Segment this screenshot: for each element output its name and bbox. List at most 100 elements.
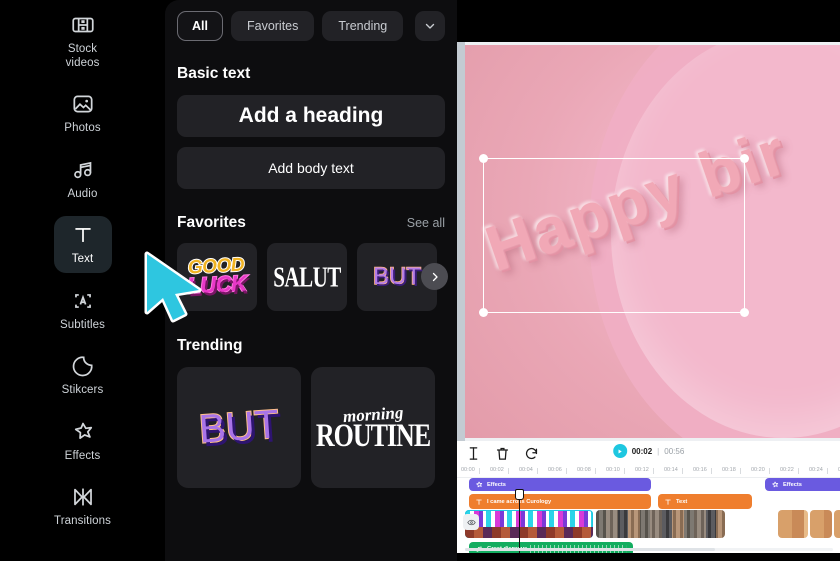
sidebar-item-stickers[interactable]: Stikcers xyxy=(54,347,112,404)
ruler-tick-label: 00:20 xyxy=(751,467,765,473)
video-clip-5[interactable] xyxy=(834,510,840,538)
text-panel: All Favorites Trending Basic text Add a … xyxy=(165,0,457,561)
text-t-icon xyxy=(70,222,96,248)
effects-icon xyxy=(475,481,483,489)
basic-text-title: Basic text xyxy=(177,65,251,82)
filter-chip-favorites[interactable]: Favorites xyxy=(230,11,315,41)
video-clip-2[interactable] xyxy=(596,510,725,538)
clip-effects-2[interactable]: Effects xyxy=(765,478,840,491)
sidebar-item-label: Audio xyxy=(67,187,98,200)
sidebar-item-label: Stikcers xyxy=(61,384,104,396)
visibility-icon[interactable] xyxy=(463,514,479,530)
sidebar-item-audio[interactable]: Audio xyxy=(54,151,112,208)
ruler-tick-label: 00:14 xyxy=(664,467,678,473)
play-icon[interactable] xyxy=(612,444,627,458)
split-icon[interactable] xyxy=(465,445,482,462)
add-heading-button[interactable]: Add a heading xyxy=(177,95,445,137)
trending-title: Trending xyxy=(177,337,243,354)
trending-card-morning-routine[interactable]: morning ROUTINE xyxy=(311,367,435,488)
sticker-icon xyxy=(70,353,96,379)
ruler-tick-mark xyxy=(479,468,480,474)
ruler-tick-mark xyxy=(595,468,596,474)
favorites-card-row: GOOD LUCK SALUT BUT xyxy=(165,243,457,311)
favorites-see-all-link[interactable]: See all xyxy=(407,216,445,230)
card-line-2: ROUTINE xyxy=(315,417,431,454)
image-icon xyxy=(70,91,96,117)
total-time: 00:56 xyxy=(664,446,685,456)
sidebar-item-label: Photos xyxy=(64,122,101,134)
stage-left-strip xyxy=(457,42,465,441)
clip-label: Effects xyxy=(487,481,506,488)
ruler-tick-mark xyxy=(740,468,741,474)
filter-chip-trending[interactable]: Trending xyxy=(322,11,404,41)
music-note-icon xyxy=(70,157,96,183)
preview-stage: Happy bir xyxy=(457,0,840,441)
filter-chip-all[interactable]: All xyxy=(177,11,223,41)
resize-handle-top-left[interactable] xyxy=(479,154,488,163)
text-t-icon xyxy=(664,498,672,506)
clip-text-curology[interactable]: I came across Curology xyxy=(469,494,651,509)
sidebar-item-label: Subtitles xyxy=(59,318,105,331)
resize-handle-bottom-right[interactable] xyxy=(740,308,749,317)
sidebar-item-text[interactable]: Text xyxy=(53,216,112,273)
ruler-tick-mark xyxy=(537,468,538,474)
ruler-tick-label: 00:16 xyxy=(693,467,707,473)
clip-text-generic[interactable]: Text xyxy=(658,494,752,509)
ruler-tick-label: 00:02 xyxy=(490,467,504,473)
undo-icon[interactable] xyxy=(523,445,540,462)
add-heading-label: Add a heading xyxy=(238,104,384,127)
video-clip-4[interactable] xyxy=(810,510,832,538)
clip-label: Effects xyxy=(783,481,802,488)
sidebar-item-label: Text xyxy=(71,253,94,265)
favorites-header: Favorites See all xyxy=(165,214,457,232)
trending-card-but[interactable]: BUT xyxy=(177,367,301,488)
card-line-1: SALUT xyxy=(273,260,341,293)
trash-icon[interactable] xyxy=(494,445,511,462)
left-sidebar: Stock videos Photos Audio Text Subtitles… xyxy=(0,0,165,561)
ruler-tick-label: 00:22 xyxy=(780,467,794,473)
sidebar-item-stock-videos[interactable]: Stock videos xyxy=(54,6,112,76)
timeline-ruler[interactable]: 00:00 00:02 00:04 00:06 00:08 00:10 00:12 00:14… xyxy=(457,465,840,478)
add-body-text-button[interactable]: Add body text xyxy=(177,147,445,189)
video-canvas[interactable]: Happy bir xyxy=(465,45,840,438)
favorites-title: Favorites xyxy=(177,214,246,231)
ruler-tick-label: 00:06 xyxy=(548,467,562,473)
favorite-card-good-luck[interactable]: GOOD LUCK xyxy=(177,243,257,311)
resize-handle-bottom-left[interactable] xyxy=(479,308,488,317)
ruler-tick-mark xyxy=(566,468,567,474)
ruler-tick-label: 00:00 xyxy=(461,467,475,473)
selection-bounding-box[interactable] xyxy=(479,154,749,317)
card-line-1: BUT xyxy=(372,262,422,291)
chevron-right-icon[interactable] xyxy=(421,263,448,290)
text-t-icon xyxy=(475,498,483,506)
video-editor-window: Stock videos Photos Audio Text Subtitles… xyxy=(0,0,840,561)
sidebar-item-transitions[interactable]: Transitions xyxy=(54,478,112,535)
ruler-tick-label: 00:12 xyxy=(635,467,649,473)
chevron-down-icon[interactable] xyxy=(415,11,445,41)
playhead-handle[interactable] xyxy=(515,489,524,500)
sidebar-item-subtitles[interactable]: Subtitles xyxy=(54,282,112,339)
resize-handle-top-right[interactable] xyxy=(740,154,749,163)
ruler-tick-label: 00:08 xyxy=(577,467,591,473)
clip-effects-1[interactable]: Effects xyxy=(469,478,651,491)
timeline-scrollbar[interactable] xyxy=(465,548,833,551)
ruler-tick-label: 00:10 xyxy=(606,467,620,473)
sidebar-item-effects[interactable]: Effects xyxy=(54,413,112,470)
video-clip-selected[interactable] xyxy=(465,510,593,538)
timeline-panel: 00:02 | 00:56 00:00 00:02 00:04 00:06 00:08 0… xyxy=(457,441,840,561)
transition-icon xyxy=(70,484,96,510)
time-separator: | xyxy=(657,446,660,456)
filter-chip-row: All Favorites Trending xyxy=(165,0,457,41)
trending-card-row: BUT morning ROUTINE xyxy=(165,367,457,488)
favorite-card-salut[interactable]: SALUT xyxy=(267,243,347,311)
ruler-tick-label: 00:24 xyxy=(809,467,823,473)
effects-icon xyxy=(771,481,779,489)
timeline-tracks: Effects Effects I came across Curology T… xyxy=(457,478,840,561)
ruler-tick-label: 00:04 xyxy=(519,467,533,473)
sidebar-item-photos[interactable]: Photos xyxy=(54,85,112,142)
video-clip-3[interactable] xyxy=(778,510,808,538)
subtitles-icon xyxy=(70,288,96,314)
playhead[interactable] xyxy=(515,489,524,561)
playback-time-display: 00:02 | 00:56 xyxy=(612,444,685,458)
sparkle-star-icon xyxy=(70,419,96,445)
